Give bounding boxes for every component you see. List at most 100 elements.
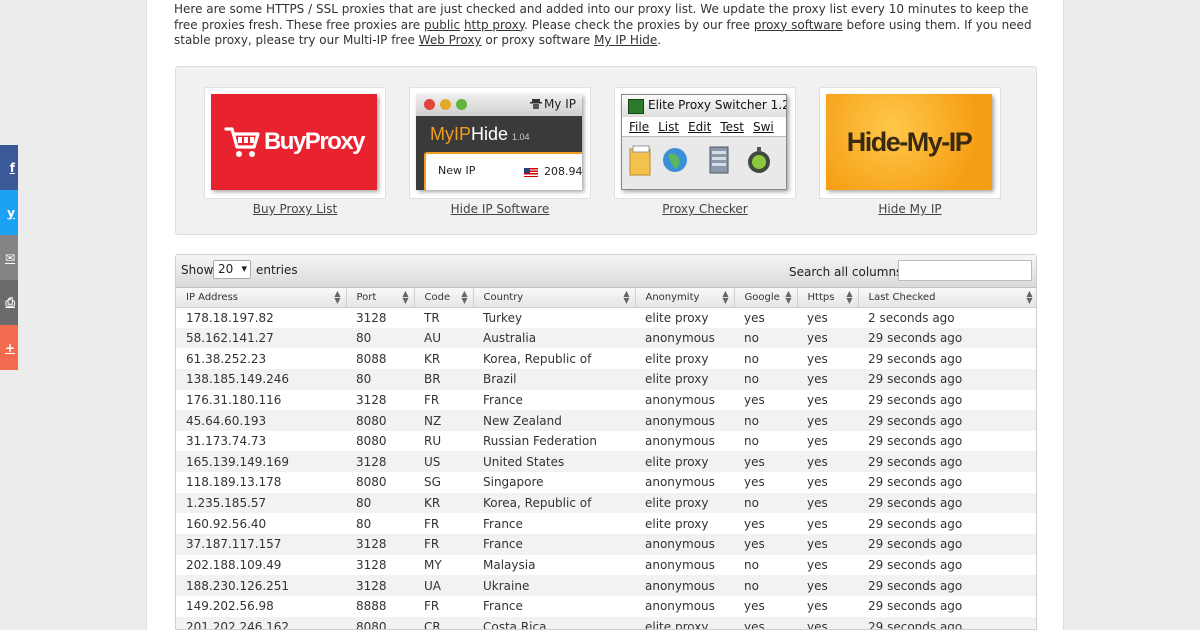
cell-last-checked: 29 seconds ago xyxy=(858,513,1036,535)
promo-card-hide-my-ip[interactable]: Hide-My-IP xyxy=(819,87,1001,199)
col-ip-address[interactable]: IP Address ▲ ▼ xyxy=(176,288,347,308)
cell-country: Costa Rica xyxy=(473,616,635,629)
menu-test: Test xyxy=(720,120,744,134)
server-icon xyxy=(709,146,729,174)
globe-icon xyxy=(663,148,687,172)
cell-google: yes xyxy=(734,472,797,493)
cell-last-checked: 29 seconds ago xyxy=(858,410,1036,431)
link-proxy-software[interactable]: proxy software xyxy=(754,18,843,32)
col-google[interactable]: Google ▲ ▼ xyxy=(734,288,798,308)
show-label: Show xyxy=(181,263,214,277)
cell-anonymity: anonymous xyxy=(635,327,734,349)
myip-title: My IP xyxy=(529,97,576,111)
share-print-button[interactable]: ⎙ xyxy=(0,280,18,325)
col-last-checked-label: Last Checked xyxy=(868,291,936,303)
cell-code: CR xyxy=(414,616,473,629)
link-my-ip-hide[interactable]: My IP Hide xyxy=(594,33,657,47)
proxy-table: IP Address ▲ ▼ Port ▲ ▼ Code ▲ ▼ Country ▲ ▼ Ano… xyxy=(176,288,1036,629)
share-email-button[interactable]: ✉ xyxy=(0,235,18,280)
caption-proxy-checker[interactable]: Proxy Checker xyxy=(614,202,796,216)
intro-text: Here are some HTTPS / SSL proxies that a… xyxy=(174,2,1044,49)
cell-code: KR xyxy=(414,492,473,514)
cell-anonymity: elite proxy xyxy=(635,513,734,535)
link-http-proxy[interactable]: http proxy xyxy=(464,18,524,32)
buy-proxy-banner: BuyProxy xyxy=(211,94,377,190)
cell-country: France xyxy=(473,389,635,411)
cell-port: 8080 xyxy=(346,472,414,493)
cell-anonymity: anonymous xyxy=(635,595,734,617)
page-size-select[interactable]: 20 xyxy=(213,260,251,279)
cell-https: yes xyxy=(797,368,858,390)
cell-ip-address: 188.230.126.251 xyxy=(176,575,346,596)
col-port[interactable]: Port ▲ ▼ xyxy=(346,288,415,308)
col-last-checked[interactable]: Last Checked ▲ ▼ xyxy=(858,288,1036,308)
share-facebook-button[interactable]: f xyxy=(0,145,18,190)
caption-buy-proxy-list[interactable]: Buy Proxy List xyxy=(204,202,386,216)
twitter-icon: y xyxy=(7,205,15,220)
cell-https: yes xyxy=(797,595,858,617)
cell-ip-address: 165.139.149.169 xyxy=(176,451,346,473)
hide-my-ip-banner-text: Hide-My-IP xyxy=(846,126,973,157)
share-more-button[interactable]: + xyxy=(0,325,18,370)
col-code[interactable]: Code ▲ ▼ xyxy=(414,288,474,308)
table-row: 160.92.56.40 80 FR France elite proxy yes yes 2… xyxy=(176,513,1036,535)
cell-https: yes xyxy=(797,513,858,535)
share-twitter-button[interactable]: y xyxy=(0,190,18,235)
cell-google: no xyxy=(734,575,797,596)
sort-icon: ▲ ▼ xyxy=(785,289,792,305)
link-public[interactable]: public xyxy=(424,18,460,32)
cell-port: 80 xyxy=(346,368,414,390)
cell-port: 80 xyxy=(346,327,414,349)
cell-last-checked: 29 seconds ago xyxy=(858,616,1036,629)
cell-last-checked: 29 seconds ago xyxy=(858,595,1036,617)
intro-part2: . Please check the proxies by our free xyxy=(524,17,754,32)
col-anonymity-label: Anonymity xyxy=(645,291,700,303)
cell-code: FR xyxy=(414,389,473,411)
cell-country: France xyxy=(473,513,635,535)
cell-google: yes xyxy=(734,534,797,555)
spy-icon xyxy=(529,99,542,109)
table-row: 37.187.117.157 3128 FR France anonymous yes ye… xyxy=(176,534,1036,555)
elite-proxy-title: Elite Proxy Switcher 1.21 ( xyxy=(622,95,786,117)
cell-google: no xyxy=(734,554,797,576)
col-anonymity[interactable]: Anonymity ▲ ▼ xyxy=(635,288,735,308)
sort-icon: ▲ ▼ xyxy=(623,289,630,305)
hide-my-ip-banner: Hide-My-IP xyxy=(826,94,992,190)
caption-hide-my-ip[interactable]: Hide My IP xyxy=(819,202,1001,216)
cell-port: 80 xyxy=(346,513,414,535)
promo-card-buy-proxy[interactable]: BuyProxy xyxy=(204,87,386,199)
cell-last-checked: 29 seconds ago xyxy=(858,492,1036,514)
col-https[interactable]: Https ▲ ▼ xyxy=(797,288,859,308)
cell-code: US xyxy=(414,451,473,473)
caption-hide-ip-software[interactable]: Hide IP Software xyxy=(409,202,591,216)
search-label: Search all columns: xyxy=(789,265,907,279)
table-row: 178.18.197.82 3128 TR Turkey elite proxy yes y… xyxy=(176,307,1036,328)
cell-https: yes xyxy=(797,327,858,349)
myip-version: 1.04 xyxy=(512,132,530,142)
table-row: 188.230.126.251 3128 UA Ukraine anonymous no y… xyxy=(176,575,1036,596)
col-country[interactable]: Country ▲ ▼ xyxy=(473,288,636,308)
minimize-dot-icon xyxy=(440,99,451,110)
cell-code: UA xyxy=(414,575,473,596)
menu-list: List xyxy=(658,120,680,134)
link-web-proxy[interactable]: Web Proxy xyxy=(419,33,482,47)
cell-https: yes xyxy=(797,307,858,328)
cell-last-checked: 29 seconds ago xyxy=(858,451,1036,473)
cell-ip-address: 45.64.60.193 xyxy=(176,410,346,431)
cell-https: yes xyxy=(797,430,858,452)
facebook-icon: f xyxy=(9,160,15,175)
cell-country: Singapore xyxy=(473,472,635,493)
cell-ip-address: 160.92.56.40 xyxy=(176,513,346,535)
myip-logo-a: MyIP xyxy=(430,124,472,144)
print-icon: ⎙ xyxy=(5,295,15,309)
cell-country: France xyxy=(473,534,635,555)
search-input[interactable] xyxy=(898,260,1032,281)
promo-card-hide-ip-software[interactable]: My IP MyIPHide1.04 New IP 208.94.2 xyxy=(409,87,591,199)
col-country-label: Country xyxy=(483,291,524,303)
promo-card-proxy-checker[interactable]: Elite Proxy Switcher 1.21 ( File List Edit… xyxy=(614,87,796,199)
myip-logo-b: Hide xyxy=(471,124,509,144)
myip-hide-titlebar: My IP xyxy=(416,94,582,116)
cell-ip-address: 61.38.252.23 xyxy=(176,348,346,369)
cell-https: yes xyxy=(797,534,858,555)
cell-https: yes xyxy=(797,348,858,369)
